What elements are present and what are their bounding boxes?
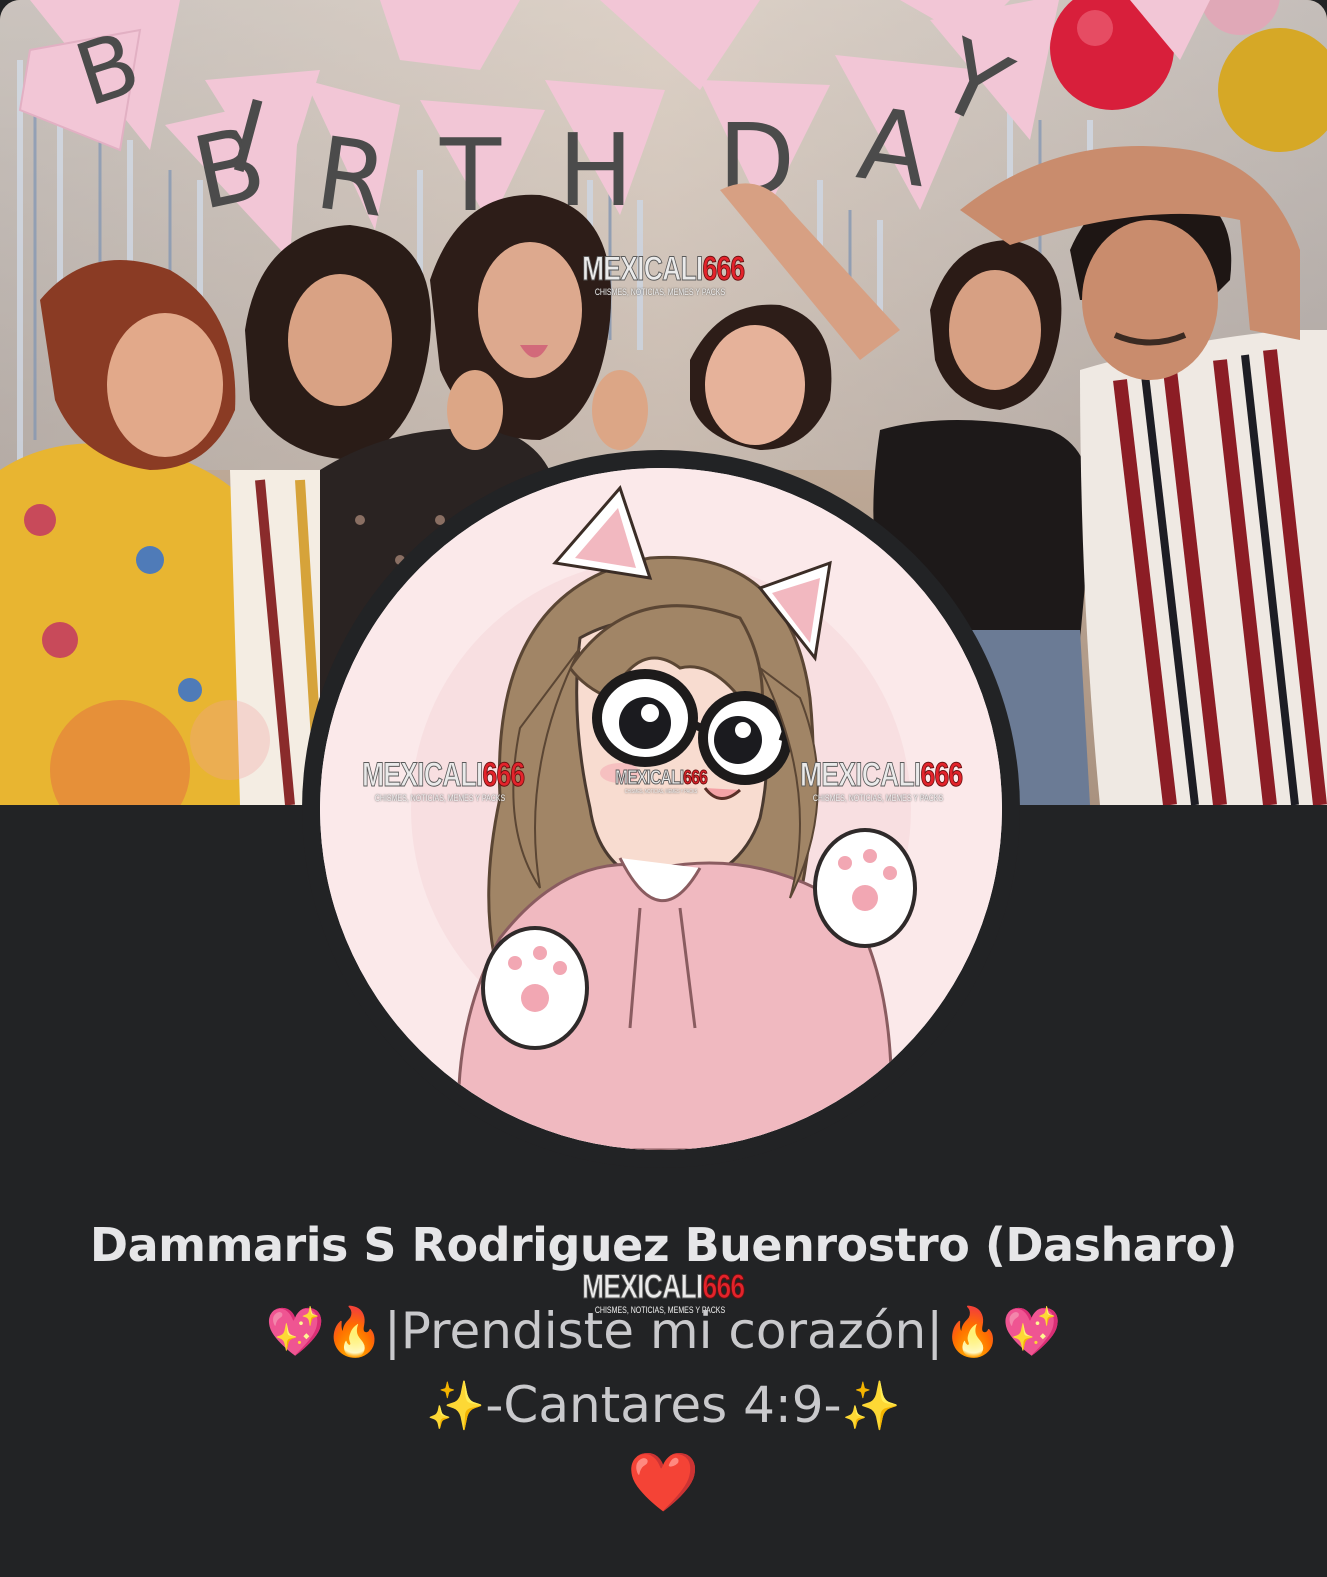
profile-page: B B I R T H D A Y MEXICALI666 CHISMES, N… bbox=[0, 0, 1327, 1577]
sparkles-emoji: ✨ bbox=[426, 1379, 486, 1434]
cover-watermark-logo: MEXICALI666 CHISMES, NOTICIAS, MEMES Y P… bbox=[582, 250, 746, 297]
watermark-tagline: CHISMES, NOTICIAS, MEMES Y PACKS bbox=[374, 793, 506, 803]
watermark-brand-number: 666 bbox=[702, 1268, 745, 1306]
bio-line-1-text: |Prendiste mi corazón| bbox=[383, 1302, 944, 1360]
watermark-brand-number: 666 bbox=[702, 250, 745, 288]
watermark-brand-number: 666 bbox=[482, 756, 525, 794]
fire-sparkling-heart-emoji: 🔥💖 bbox=[943, 1305, 1062, 1360]
anime-cat-girl-illustration bbox=[320, 468, 1002, 1150]
watermark-tagline: CHISMES, NOTICIAS, MEMES Y PACKS bbox=[624, 789, 698, 795]
avatar-watermark-right: MEXICALI666 CHISMES, NOTICIAS, MEMES Y P… bbox=[800, 756, 964, 803]
watermark-tagline: CHISMES, NOTICIAS, MEMES Y PACKS bbox=[812, 793, 944, 803]
sparkling-heart-fire-emoji: 💖🔥 bbox=[265, 1305, 384, 1360]
profile-name: Dammaris S Rodriguez Buenrostro (Dasharo… bbox=[89, 1218, 1238, 1272]
watermark-brand-text: MEXICALI bbox=[582, 250, 704, 288]
watermark-brand-text: MEXICALI bbox=[615, 767, 685, 789]
watermark-brand-text: MEXICALI bbox=[800, 756, 922, 794]
avatar-watermark-center: MEXICALI666 CHISMES, NOTICIAS, MEMES Y P… bbox=[610, 768, 711, 795]
watermark-brand-number: 666 bbox=[920, 756, 963, 794]
sparkles-emoji: ✨ bbox=[841, 1379, 901, 1434]
watermark-brand-text: MEXICALI bbox=[582, 1268, 704, 1306]
red-heart-emoji: ❤️ bbox=[627, 1448, 700, 1516]
watermark-brand-number: 666 bbox=[683, 767, 708, 789]
avatar-watermark-left: MEXICALI666 CHISMES, NOTICIAS, MEMES Y P… bbox=[362, 756, 526, 803]
bio-line-1: 💖🔥|Prendiste mi corazón|🔥💖 bbox=[0, 1302, 1327, 1360]
bio-line-2: ✨-Cantares 4:9-✨ bbox=[0, 1376, 1327, 1434]
watermark-tagline: CHISMES, NOTICIAS, MEMES Y PACKS bbox=[594, 287, 726, 297]
profile-avatar[interactable]: MEXICALI666 CHISMES, NOTICIAS, MEMES Y P… bbox=[320, 468, 1002, 1150]
bio-line-2-text: -Cantares 4:9- bbox=[485, 1376, 842, 1434]
watermark-brand-text: MEXICALI bbox=[362, 756, 484, 794]
